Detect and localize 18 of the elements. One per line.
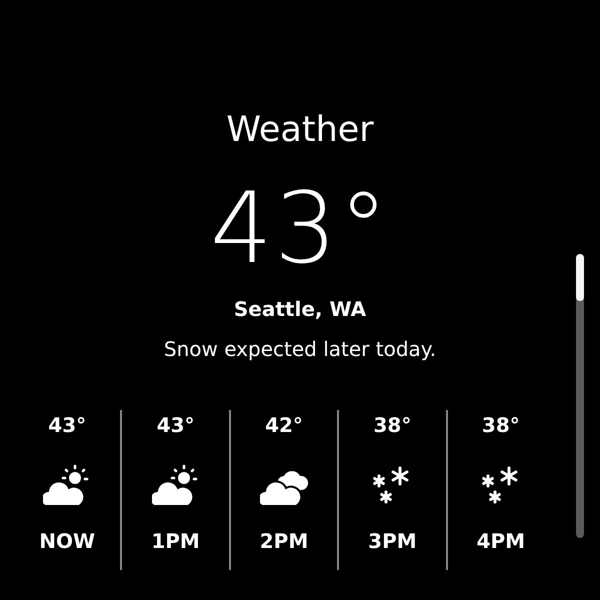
forecast-summary: Snow expected later today.: [164, 336, 436, 362]
scrollbar[interactable]: [576, 254, 584, 538]
hour-temperature: 42°: [265, 412, 303, 438]
hour-temperature: 38°: [482, 412, 520, 438]
location-label: Seattle, WA: [234, 296, 366, 322]
sun-cloud-icon: [152, 464, 200, 508]
hour-temperature: 43°: [156, 412, 195, 438]
hour-label: NOW: [39, 528, 96, 554]
sun-cloud-icon: [43, 464, 92, 508]
hour-temperature: 43°: [48, 412, 86, 438]
hour-label: 4PM: [476, 528, 526, 554]
scrollbar-thumb[interactable]: [576, 254, 584, 301]
hour-label: 3PM: [368, 528, 417, 554]
current-temperature: 43°: [210, 174, 390, 284]
hour-label: 1PM: [151, 528, 200, 554]
hour-label: 2PM: [260, 528, 308, 554]
hour-temperature: 38°: [374, 412, 412, 438]
app-title: Weather: [226, 109, 374, 152]
